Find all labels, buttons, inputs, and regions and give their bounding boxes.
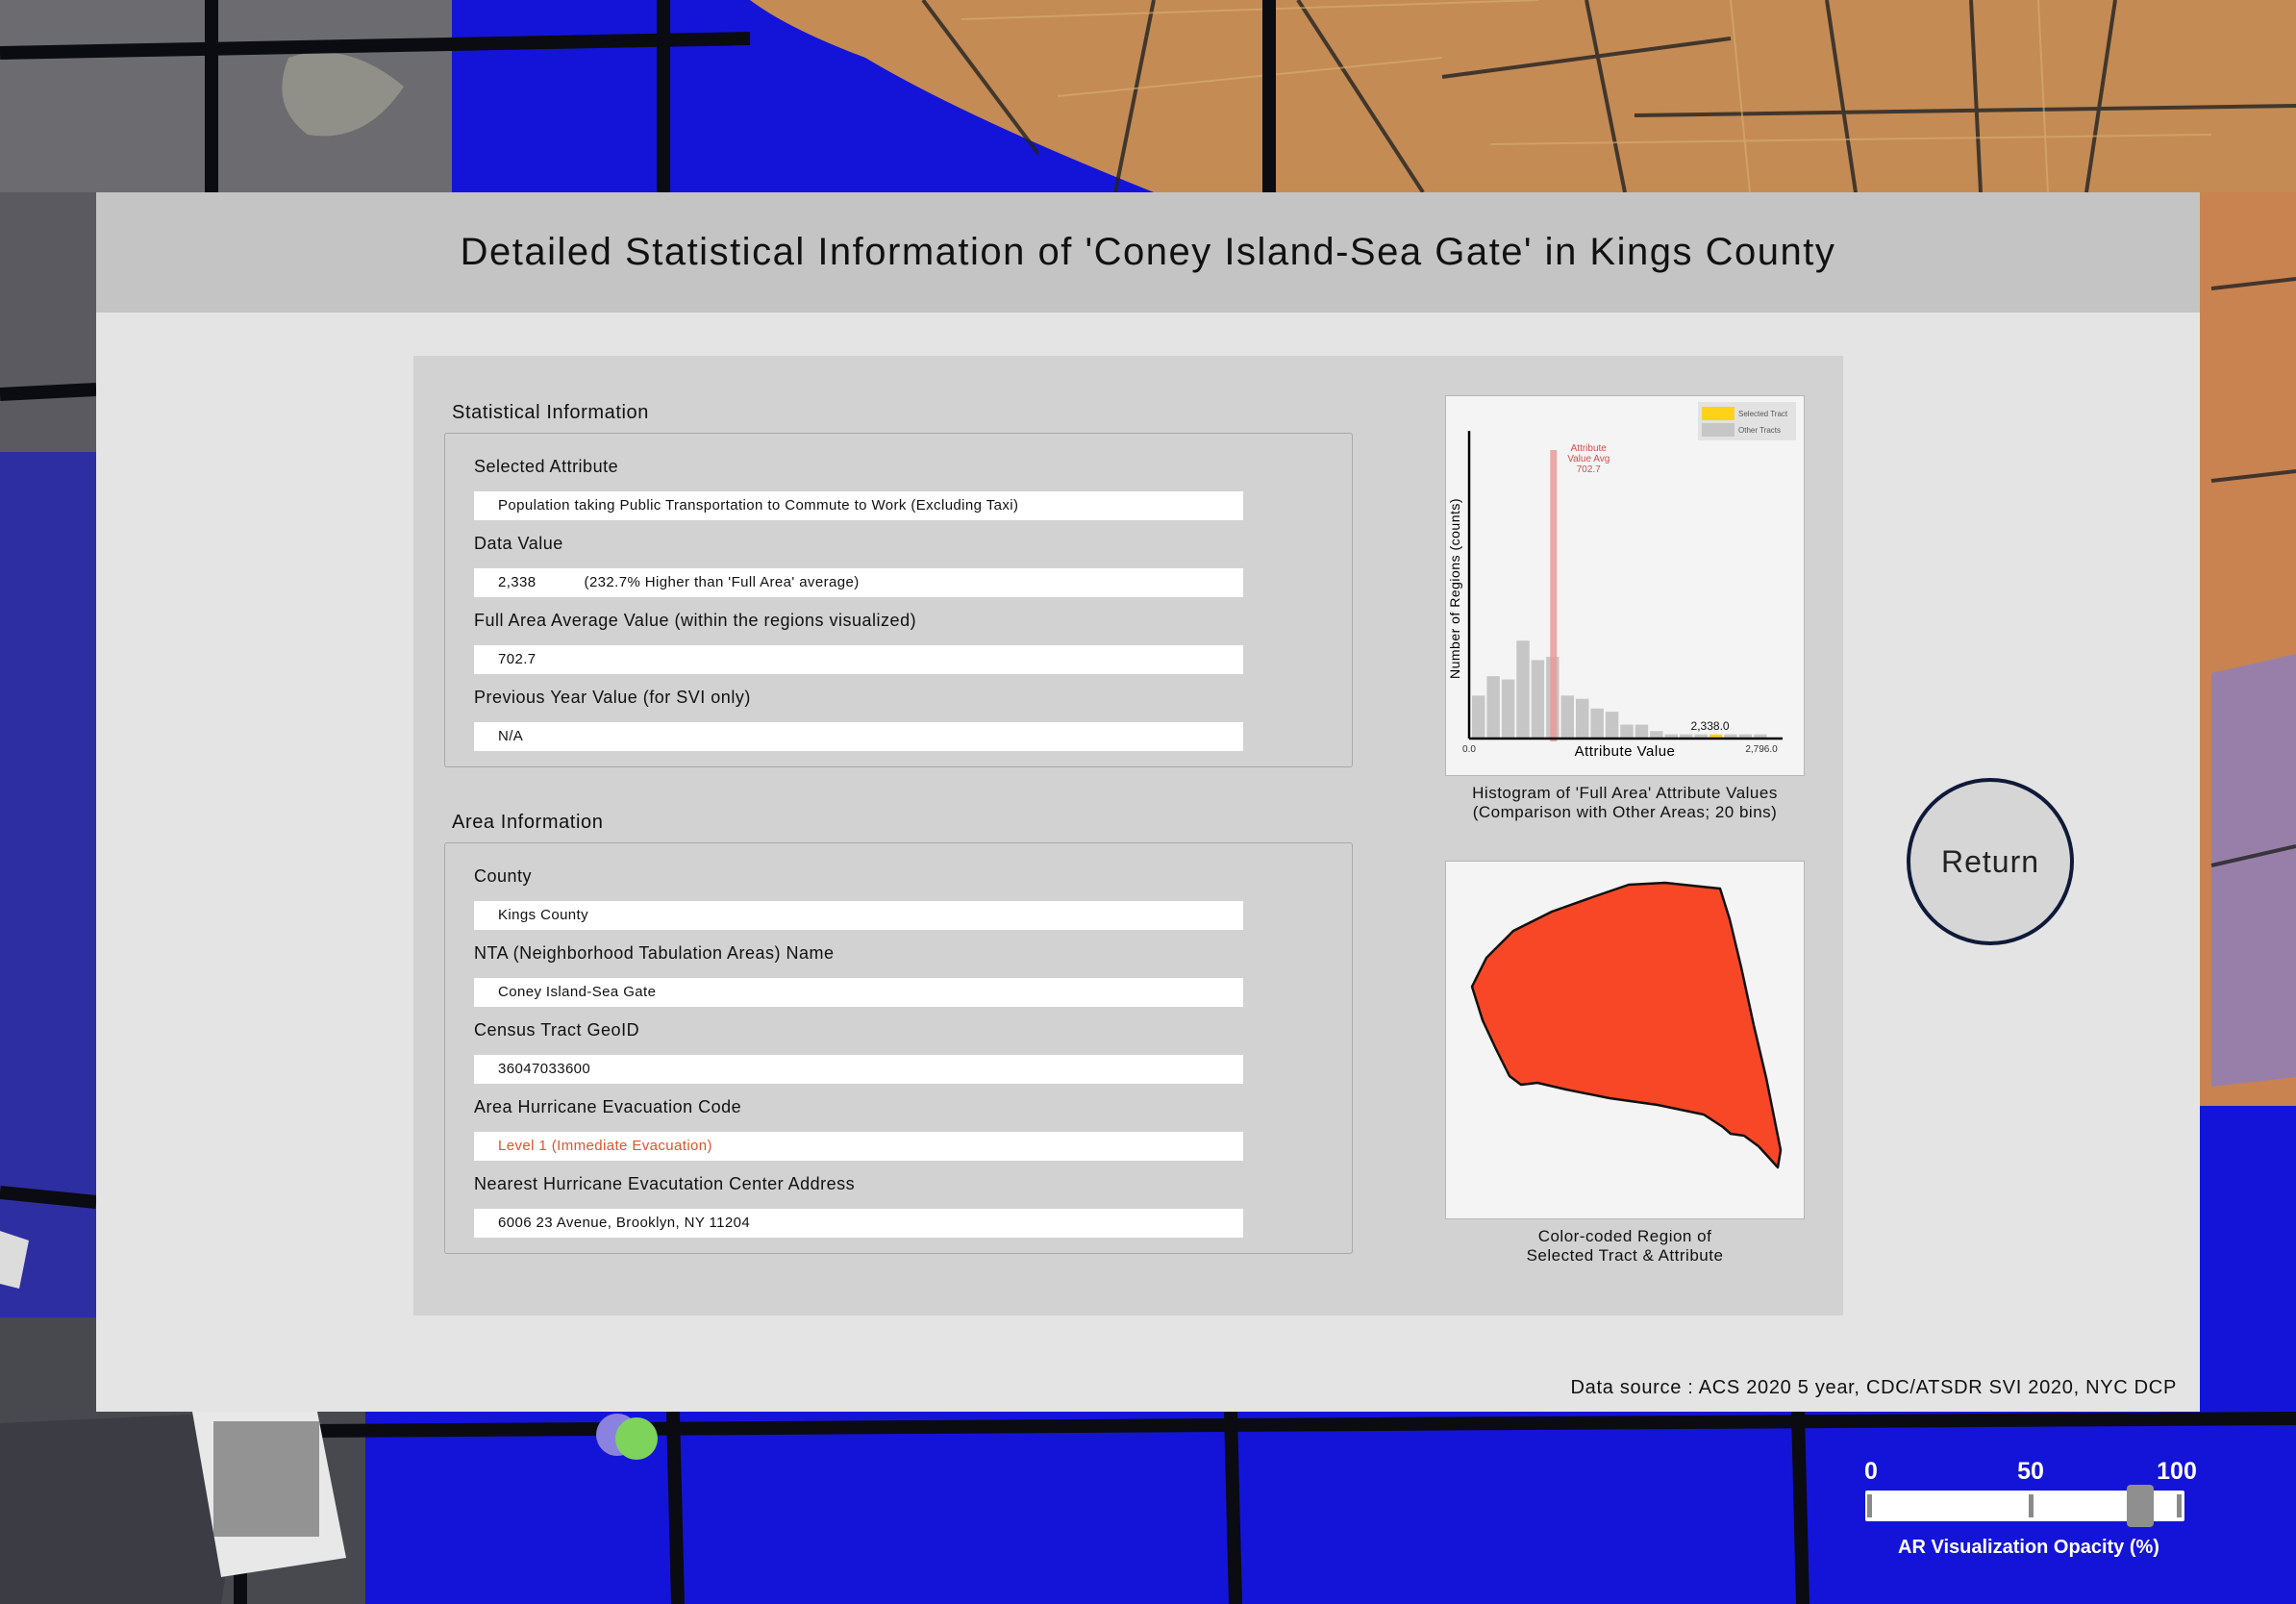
histogram-bar: [1516, 640, 1530, 738]
x-tick-min: 0.0: [1462, 744, 1476, 755]
area-heading: Area Information: [452, 812, 604, 833]
histogram-bar: [1724, 734, 1737, 738]
field-label: Census Tract GeoID: [474, 1020, 640, 1040]
legend-swatch-other: [1702, 423, 1734, 437]
histogram-bar: [1738, 734, 1753, 738]
field-label: Nearest Hurricane Evacutation Center Add…: [474, 1174, 856, 1193]
geoid-value: 36047033600: [474, 1055, 1243, 1084]
region-caption: Color-coded Region of Selected Tract & A…: [1445, 1227, 1805, 1266]
field-label: Full Area Average Value (within the regi…: [474, 611, 917, 630]
opacity-slider[interactable]: 0 50 100 AR Visualization Opacity (%): [1856, 1452, 2202, 1567]
legend-swatch-selected: [1702, 407, 1734, 420]
histogram-bar: [1620, 724, 1634, 738]
data-value-comparison: (232.7% Higher than 'Full Area' average): [584, 574, 860, 590]
region-map-card: [1445, 861, 1805, 1219]
slider-tick-label-0: 0: [1864, 1458, 1878, 1485]
data-source-text: Data source : ACS 2020 5 year, CDC/ATSDR…: [1570, 1377, 2177, 1398]
histogram-caption-line2: (Comparison with Other Areas; 20 bins): [1472, 803, 1778, 821]
nta-name-value: Coney Island-Sea Gate: [474, 978, 1243, 1007]
histogram-caption: Histogram of 'Full Area' Attribute Value…: [1445, 784, 1805, 822]
field-label: NTA (Neighborhood Tabulation Areas) Name: [474, 943, 835, 963]
histogram-bar-selected: [1709, 734, 1723, 738]
field-label: Previous Year Value (for SVI only): [474, 688, 751, 707]
field-label: County: [474, 866, 533, 886]
histogram-card: Attribute Value Avg 702.7 Number of Regio…: [1445, 395, 1805, 776]
histogram-bar: [1486, 676, 1500, 738]
histogram-bar: [1576, 698, 1589, 738]
county-value: Kings County: [474, 901, 1243, 930]
legend-label-selected: Selected Tract: [1738, 410, 1788, 418]
average-line: [1550, 450, 1558, 741]
histogram-bar: [1531, 660, 1545, 738]
panel-header: Detailed Statistical Information of 'Con…: [96, 192, 2200, 313]
histogram-bar: [1605, 712, 1619, 738]
histogram-bar: [1754, 734, 1767, 738]
data-value-field: 2,338 (232.7% Higher than 'Full Area' ave…: [474, 568, 1243, 597]
field-label: Data Value: [474, 534, 563, 553]
histogram-bar: [1694, 734, 1708, 738]
slider-tick-label-50: 50: [2017, 1458, 2044, 1485]
histogram-bar: [1664, 734, 1678, 738]
region-caption-line2: Selected Tract & Attribute: [1526, 1246, 1724, 1265]
data-value: 2,338: [498, 574, 537, 590]
histogram-bar: [1680, 734, 1693, 738]
histogram-bar: [1650, 731, 1663, 738]
slider-tick: [1867, 1494, 1872, 1517]
slider-tick: [2029, 1494, 2034, 1517]
x-tick-max: 2,796.0: [1745, 744, 1778, 755]
x-axis-label: Attribute Value: [1575, 743, 1676, 760]
content-box: Statistical Information Selected Attribu…: [413, 356, 1843, 1316]
previous-year-value: N/A: [474, 722, 1243, 751]
histogram-chart: Attribute Value Avg 702.7 Number of Regio…: [1447, 402, 1796, 760]
average-value: 702.7: [474, 645, 1243, 674]
evacuation-code-value: Level 1 (Immediate Evacuation): [474, 1132, 1243, 1161]
region-caption-line1: Color-coded Region of: [1537, 1227, 1712, 1245]
page-title: Detailed Statistical Information of 'Con…: [460, 231, 1836, 273]
histogram-bar: [1472, 695, 1485, 738]
slider-thumb[interactable]: [2126, 1485, 2154, 1527]
legend-label-other: Other Tracts: [1738, 426, 1781, 435]
histogram-caption-line1: Histogram of 'Full Area' Attribute Value…: [1472, 784, 1778, 802]
histogram-bar: [1501, 679, 1515, 738]
y-axis-label: Number of Regions (counts): [1447, 498, 1462, 679]
field-label: Area Hurricane Evacuation Code: [474, 1097, 742, 1116]
histogram-bar: [1590, 708, 1604, 738]
selected-attribute-value: Population taking Public Transportation …: [474, 491, 1243, 520]
evacuation-center-address: 6006 23 Avenue, Brooklyn, NY 11204: [474, 1209, 1243, 1238]
histogram-bar: [1560, 695, 1574, 738]
slider-tick: [2177, 1494, 2182, 1517]
selected-value-label: 2,338.0: [1691, 719, 1730, 733]
slider-tick-label-100: 100: [2157, 1458, 2197, 1485]
average-label: Attribute Value Avg: [1567, 443, 1610, 464]
area-group: County Kings County NTA (Neighborhood Ta…: [444, 842, 1353, 1254]
average-value-label: 702.7: [1577, 464, 1601, 475]
info-panel: Detailed Statistical Information of 'Con…: [96, 192, 2200, 1412]
slider-label: AR Visualization Opacity (%): [1898, 1537, 2159, 1558]
region-shape: [1470, 881, 1783, 1169]
field-label: Selected Attribute: [474, 457, 619, 476]
statistical-heading: Statistical Information: [452, 402, 649, 423]
tract-polygon: [1470, 881, 1783, 1169]
statistical-group: Selected Attribute Population taking Pub…: [444, 433, 1353, 767]
histogram-bar: [1635, 724, 1649, 738]
return-button[interactable]: Return: [1907, 778, 2074, 945]
